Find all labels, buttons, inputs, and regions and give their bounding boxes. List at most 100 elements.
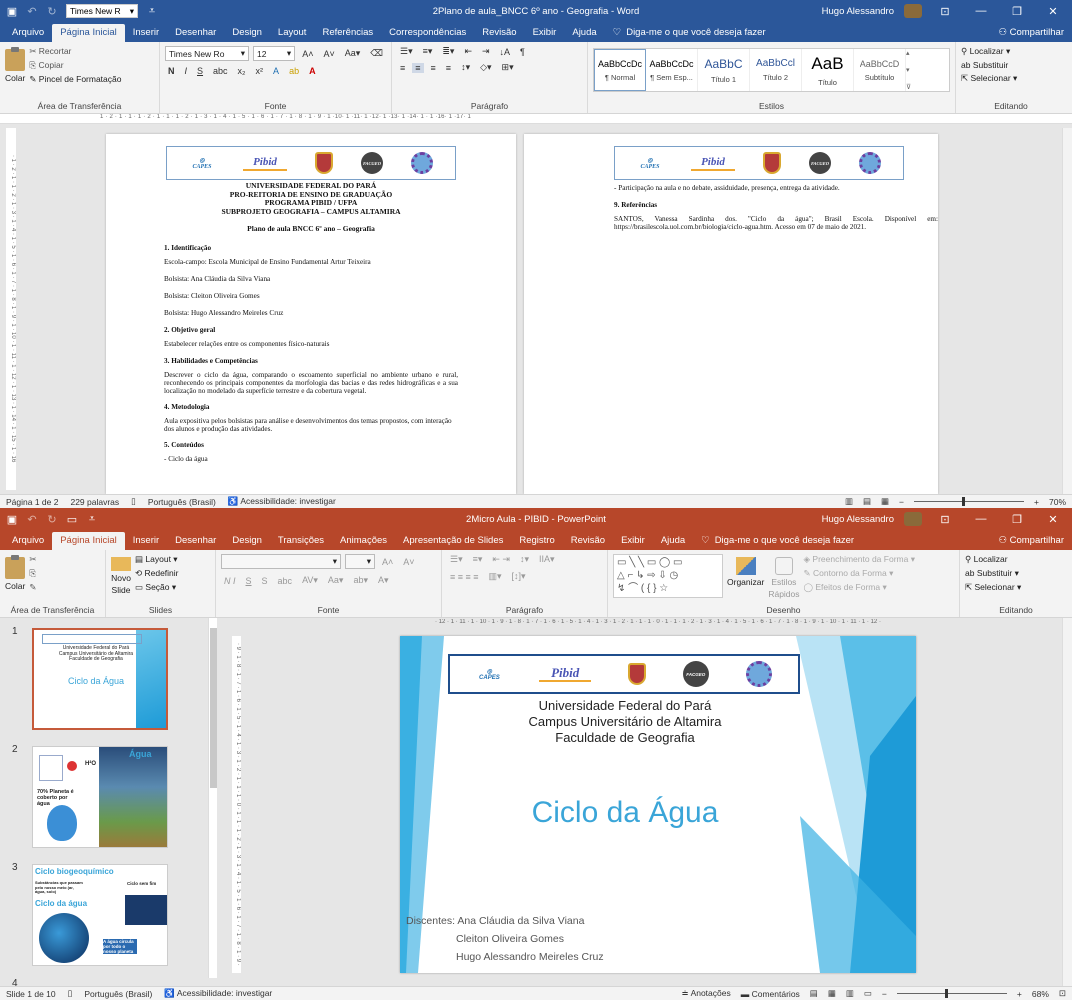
language[interactable]: Português (Brasil)	[148, 497, 216, 507]
document-page-1[interactable]: ◎ CAPES Pibid FACGEO UNIVERSIDADE FEDERAL…	[106, 134, 516, 494]
shrink-font-icon[interactable]: A˅	[400, 557, 417, 567]
bold-icon[interactable]: N	[165, 66, 178, 76]
tell-me-box[interactable]: ♡ Diga-me o que você deseja fazer	[605, 24, 774, 42]
font-name-select[interactable]: Times New Ro ▾	[165, 46, 249, 61]
format-painter-button[interactable]: ✎ Pincel de Formatação	[29, 74, 121, 85]
shading-icon[interactable]: ◇▾	[477, 62, 494, 73]
strikethrough-icon[interactable]: abc	[210, 66, 231, 76]
font-name-select[interactable]: ▾	[221, 554, 341, 569]
share-button[interactable]: ⚇ Compartilhar	[990, 24, 1072, 42]
bullets-icon[interactable]: ☰▾	[447, 554, 466, 565]
vertical-ruler[interactable]: · 9 · 1 · 8 · 1 · 7 · 1 · 6 · 1 · 5 · 1 …	[232, 636, 241, 973]
zoom-out-icon[interactable]: −	[899, 497, 904, 507]
restore-icon[interactable]: ❐	[1004, 5, 1030, 18]
style-title[interactable]: AaB Título	[802, 49, 854, 91]
strikethrough-icon[interactable]: abc	[275, 576, 296, 586]
quick-styles-button[interactable]: Estilos Rápidos	[768, 554, 800, 599]
redo-icon[interactable]: ↻	[46, 5, 58, 18]
cut-button[interactable]: ✂ Recortar	[29, 46, 121, 57]
tell-me-box[interactable]: ♡ Diga-me o que você deseja fazer	[693, 532, 862, 550]
tab-correspondencias[interactable]: Correspondências	[381, 24, 474, 42]
arrange-button[interactable]: Organizar	[727, 554, 764, 587]
increase-indent-icon[interactable]: ⇥	[479, 46, 493, 57]
superscript-icon[interactable]: x²	[253, 66, 267, 76]
tab-arquivo[interactable]: Arquivo	[4, 24, 52, 42]
tab-inserir[interactable]: Inserir	[125, 24, 167, 42]
slide-thumbnail-3[interactable]: Ciclo biogeoquímico Substâncias que pass…	[32, 864, 168, 966]
proofing-icon[interactable]: ▯	[68, 988, 73, 999]
line-spacing-icon[interactable]: ↕▾	[458, 62, 473, 73]
ribbon-display-icon[interactable]: ⊡	[932, 5, 958, 18]
horizontal-ruler[interactable]: · 12 · 1 · 11 · 1 · 10 · 1 · 9 · 1 · 8 ·…	[400, 619, 916, 628]
slide-sorter-icon[interactable]: ▦	[828, 988, 836, 999]
notes-button[interactable]: ≐ Anotações	[682, 988, 731, 999]
replace-button[interactable]: ab Substituir ▾	[965, 568, 1067, 579]
tab-inserir[interactable]: Inserir	[125, 532, 167, 550]
copy-button[interactable]: ⎘ Copiar	[29, 60, 121, 71]
text-direction-icon[interactable]: IIA▾	[536, 554, 558, 565]
underline-icon[interactable]: S	[243, 576, 255, 586]
tab-layout[interactable]: Layout	[270, 24, 315, 42]
accessibility-status[interactable]: ♿ Acessibilidade: investigar	[164, 988, 272, 999]
style-heading-2[interactable]: AaBbCcl Título 2	[750, 49, 802, 91]
sort-icon[interactable]: ↓A	[497, 47, 514, 57]
main-slide[interactable]: ◎ CAPES Pibid FACGEO Universidade Federal…	[400, 636, 916, 973]
text-effects-icon[interactable]: A	[270, 66, 282, 76]
justify-icon[interactable]: ≡	[412, 62, 424, 73]
italic-icon[interactable]: I	[182, 66, 191, 76]
change-case-icon[interactable]: Aa▾	[342, 48, 364, 59]
zoom-slider[interactable]	[914, 497, 1025, 506]
style-heading-1[interactable]: AaBbC Título 1	[698, 49, 750, 91]
shrink-font-icon[interactable]: A˅	[320, 49, 337, 59]
layout-button[interactable]: ▤ Layout ▾	[135, 554, 179, 565]
slide-title[interactable]: Ciclo da Água	[460, 796, 790, 830]
zoom-slider[interactable]	[896, 989, 1007, 998]
restore-icon[interactable]: ❐	[1004, 513, 1030, 526]
scroll-thumb[interactable]	[210, 628, 217, 788]
document-page-2[interactable]: ◎ CAPES Pibid FACGEO - Participação na au…	[524, 134, 938, 494]
slideshow-icon[interactable]: ▭	[864, 988, 872, 999]
align-center-icon[interactable]: ≡	[428, 63, 439, 73]
thumbnail-scrollbar[interactable]	[208, 618, 217, 978]
tab-transicoes[interactable]: Transições	[270, 532, 332, 550]
highlight-icon[interactable]: ab▾	[350, 575, 371, 586]
new-slide-button[interactable]: Novo Slide	[111, 554, 131, 595]
font-color-icon[interactable]: A	[306, 66, 319, 76]
accessibility-status[interactable]: ♿ Acessibilidade: investigar	[228, 496, 336, 507]
align-icons[interactable]: ≡ ≡ ≡ ≡	[447, 572, 482, 582]
minimize-icon[interactable]: —	[968, 513, 994, 525]
save-icon[interactable]: ▣	[6, 513, 18, 526]
proofing-icon[interactable]: ▯	[131, 496, 136, 507]
slide-thumbnail-2[interactable]: Água H²O 70% Planeta é coberto por água	[32, 746, 168, 848]
reset-button[interactable]: ⟲ Redefinir	[135, 568, 179, 579]
minimize-icon[interactable]: —	[968, 5, 994, 17]
redo-icon[interactable]: ↻	[46, 513, 58, 526]
tab-design[interactable]: Design	[224, 532, 270, 550]
tab-revisao[interactable]: Revisão	[563, 532, 613, 550]
shape-effects-button[interactable]: ◯ Efeitos de Forma ▾	[804, 582, 915, 593]
find-button[interactable]: ⚲ Localizar ▾	[961, 46, 1061, 57]
tab-design[interactable]: Design	[224, 24, 270, 42]
style-normal[interactable]: AaBbCcDc ¶ Normal	[594, 49, 646, 91]
zoom-in-icon[interactable]: +	[1034, 497, 1039, 507]
zoom-level[interactable]: 68%	[1032, 989, 1049, 999]
copy-icon[interactable]: ⎘	[29, 568, 36, 579]
numbering-icon[interactable]: ≡▾	[420, 46, 436, 57]
replace-button[interactable]: ab Substituir	[961, 60, 1061, 70]
slide-thumbnail-1[interactable]: Universidade Federal do Pará Campus Univ…	[32, 628, 168, 730]
tab-exibir[interactable]: Exibir	[525, 24, 565, 42]
customize-qat-icon[interactable]: ⩡	[86, 513, 98, 525]
highlight-icon[interactable]: ab	[286, 66, 302, 76]
comments-button[interactable]: ▬ Comentários	[741, 989, 800, 999]
tab-registro[interactable]: Registro	[511, 532, 562, 550]
bullets-icon[interactable]: ☰▾	[397, 46, 416, 57]
tab-desenhar[interactable]: Desenhar	[167, 24, 224, 42]
style-subtitle[interactable]: AaBbCcD Subtítulo	[854, 49, 906, 91]
language[interactable]: Português (Brasil)	[84, 989, 152, 999]
word-vertical-scrollbar[interactable]	[1062, 128, 1072, 494]
user-name[interactable]: Hugo Alessandro	[822, 514, 894, 525]
underline-icon[interactable]: S	[194, 66, 206, 76]
reading-view-icon[interactable]: ▥	[846, 988, 854, 999]
borders-icon[interactable]: ⊞▾	[499, 62, 517, 73]
tab-animacoes[interactable]: Animações	[332, 532, 395, 550]
